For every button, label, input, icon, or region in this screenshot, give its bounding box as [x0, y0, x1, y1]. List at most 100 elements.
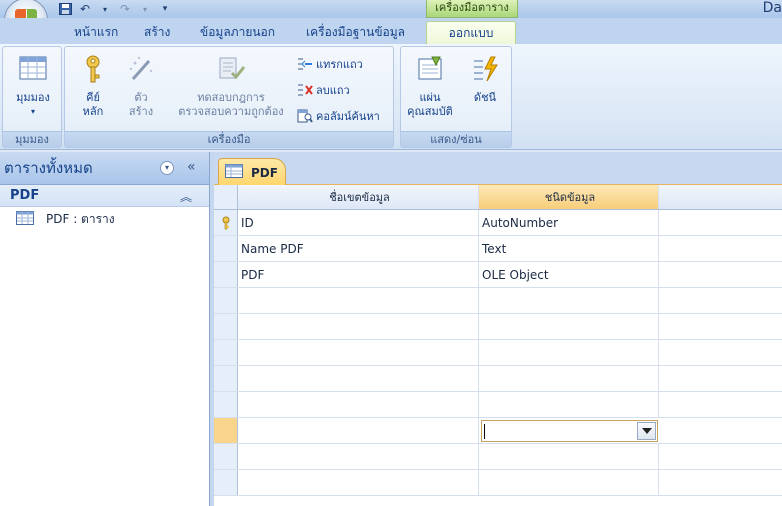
- description-cell[interactable]: [659, 236, 782, 261]
- customize-qat-icon[interactable]: ▾: [158, 3, 172, 15]
- description-cell[interactable]: [659, 288, 782, 313]
- current-row-selector[interactable]: [214, 418, 238, 443]
- description-cell[interactable]: [659, 262, 782, 287]
- save-icon[interactable]: [58, 3, 72, 15]
- undo-icon[interactable]: ↶: [78, 2, 92, 16]
- document-tabs: PDF: [214, 152, 782, 186]
- redo-dropdown-icon[interactable]: ▾: [138, 3, 152, 15]
- field-name-cell[interactable]: [238, 418, 479, 443]
- data-type-cell[interactable]: AutoNumber: [479, 210, 659, 235]
- row-selector[interactable]: [214, 288, 238, 313]
- empty-row[interactable]: [214, 366, 782, 392]
- shutter-bar-close-icon[interactable]: «: [187, 159, 196, 175]
- row-selector[interactable]: [214, 470, 238, 495]
- field-name-cell[interactable]: [238, 366, 479, 391]
- view-button[interactable]: มุมมอง ▾: [9, 53, 57, 119]
- group-tools-label: เครื่องมือ: [65, 131, 393, 147]
- nav-group-header[interactable]: PDF ︽: [0, 185, 209, 207]
- field-name-cell[interactable]: [238, 470, 479, 495]
- row-selector[interactable]: [214, 366, 238, 391]
- description-cell[interactable]: [659, 392, 782, 417]
- undo-dropdown-icon[interactable]: ▾: [98, 3, 112, 15]
- data-type-cell[interactable]: [479, 444, 659, 469]
- primary-key-button[interactable]: คีย์ หลัก: [71, 53, 115, 119]
- builder-label-2: สร้าง: [128, 105, 154, 118]
- empty-row[interactable]: [214, 444, 782, 470]
- field-name-cell[interactable]: ID: [238, 210, 479, 235]
- data-type-cell[interactable]: [479, 314, 659, 339]
- table-row[interactable]: ID AutoNumber: [214, 210, 782, 236]
- column-header-data-type[interactable]: ชนิดข้อมูล: [479, 185, 659, 209]
- empty-row[interactable]: [214, 470, 782, 496]
- indexes-button[interactable]: ดัชนี: [463, 53, 507, 105]
- test-validation-icon: [215, 53, 247, 85]
- row-selector[interactable]: [214, 262, 238, 287]
- description-cell[interactable]: [659, 314, 782, 339]
- description-cell[interactable]: [659, 418, 782, 443]
- data-type-cell[interactable]: Text: [479, 236, 659, 261]
- empty-row[interactable]: [214, 314, 782, 340]
- data-type-cell[interactable]: [479, 392, 659, 417]
- collapse-group-icon[interactable]: ︽: [180, 188, 192, 205]
- column-header-field-name[interactable]: ชื่อเขตข้อมูล: [238, 185, 479, 209]
- chevron-down-icon[interactable]: [637, 422, 656, 440]
- delete-rows-button[interactable]: ลบแถว: [297, 81, 350, 99]
- row-selector[interactable]: [214, 340, 238, 365]
- property-sheet-label-1: แผ่น: [419, 91, 441, 104]
- field-name-cell[interactable]: PDF: [238, 262, 479, 287]
- nav-pane-title: ตารางทั้งหมด: [4, 159, 93, 177]
- document-tab-pdf[interactable]: PDF: [218, 158, 286, 186]
- table-design-view: PDF ชื่อเขตข้อมูล ชนิดข้อมูล ID AutoNumb…: [214, 152, 782, 506]
- empty-row[interactable]: [214, 288, 782, 314]
- view-dropdown-icon[interactable]: ▾: [9, 105, 57, 119]
- group-views-label: มุมมอง: [3, 131, 61, 147]
- field-name-cell[interactable]: [238, 288, 479, 313]
- redo-icon[interactable]: ↷: [118, 2, 132, 16]
- test-validation-rules-button[interactable]: ทดสอบกฎการ ตรวจสอบความถูกต้อง: [171, 53, 291, 119]
- field-name-cell[interactable]: [238, 444, 479, 469]
- tab-create[interactable]: สร้าง: [140, 21, 174, 44]
- insert-rows-button[interactable]: แทรกแถว: [297, 55, 363, 73]
- field-name-cell[interactable]: Name PDF: [238, 236, 479, 261]
- tab-design[interactable]: ออกแบบ: [426, 21, 516, 44]
- test-rules-label-1: ทดสอบกฎการ: [197, 91, 265, 104]
- active-row[interactable]: [214, 418, 782, 444]
- description-cell[interactable]: [659, 340, 782, 365]
- data-type-cell[interactable]: [479, 340, 659, 365]
- data-type-cell[interactable]: [479, 366, 659, 391]
- field-name-cell[interactable]: [238, 392, 479, 417]
- data-type-cell[interactable]: [479, 288, 659, 313]
- row-selector[interactable]: [214, 314, 238, 339]
- description-cell[interactable]: [659, 444, 782, 469]
- builder-button[interactable]: ตัว สร้าง: [121, 53, 161, 119]
- data-type-combobox[interactable]: [481, 420, 658, 442]
- row-selector[interactable]: [214, 236, 238, 261]
- description-cell[interactable]: [659, 366, 782, 391]
- description-cell[interactable]: [659, 210, 782, 235]
- property-sheet-button[interactable]: แผ่น คุณสมบัติ: [405, 53, 455, 119]
- property-sheet-label-2: คุณสมบัติ: [407, 105, 453, 118]
- nav-menu-dropdown-icon[interactable]: ▾: [160, 161, 174, 175]
- data-type-cell[interactable]: [479, 470, 659, 495]
- primary-key-indicator-icon[interactable]: [214, 210, 238, 235]
- lookup-column-button[interactable]: คอลัมน์ค้นหา: [297, 107, 380, 125]
- tab-database-tools[interactable]: เครื่องมือฐานข้อมูล: [302, 21, 409, 44]
- row-selector[interactable]: [214, 444, 238, 469]
- key-icon: [77, 53, 109, 85]
- description-cell[interactable]: [659, 470, 782, 495]
- nav-item-pdf-table[interactable]: PDF : ตาราง: [0, 207, 209, 231]
- field-name-cell[interactable]: [238, 340, 479, 365]
- group-show-hide: แผ่น คุณสมบัติ ดัชนี แสดง/ซ่อน: [400, 46, 512, 148]
- data-type-cell[interactable]: OLE Object: [479, 262, 659, 287]
- table-row[interactable]: Name PDF Text: [214, 236, 782, 262]
- empty-row[interactable]: [214, 392, 782, 418]
- group-tools: คีย์ หลัก ตัว สร้าง ทดสอบกฎการ ตรวจสอบคว…: [64, 46, 394, 148]
- column-header-description[interactable]: [659, 185, 782, 209]
- field-name-cell[interactable]: [238, 314, 479, 339]
- tab-external-data[interactable]: ข้อมูลภายนอก: [196, 21, 279, 44]
- row-selector[interactable]: [214, 392, 238, 417]
- nav-pane-header[interactable]: ตารางทั้งหมด ▾ «: [0, 152, 209, 185]
- tab-home[interactable]: หน้าแรก: [70, 21, 122, 44]
- empty-row[interactable]: [214, 340, 782, 366]
- table-row[interactable]: PDF OLE Object: [214, 262, 782, 288]
